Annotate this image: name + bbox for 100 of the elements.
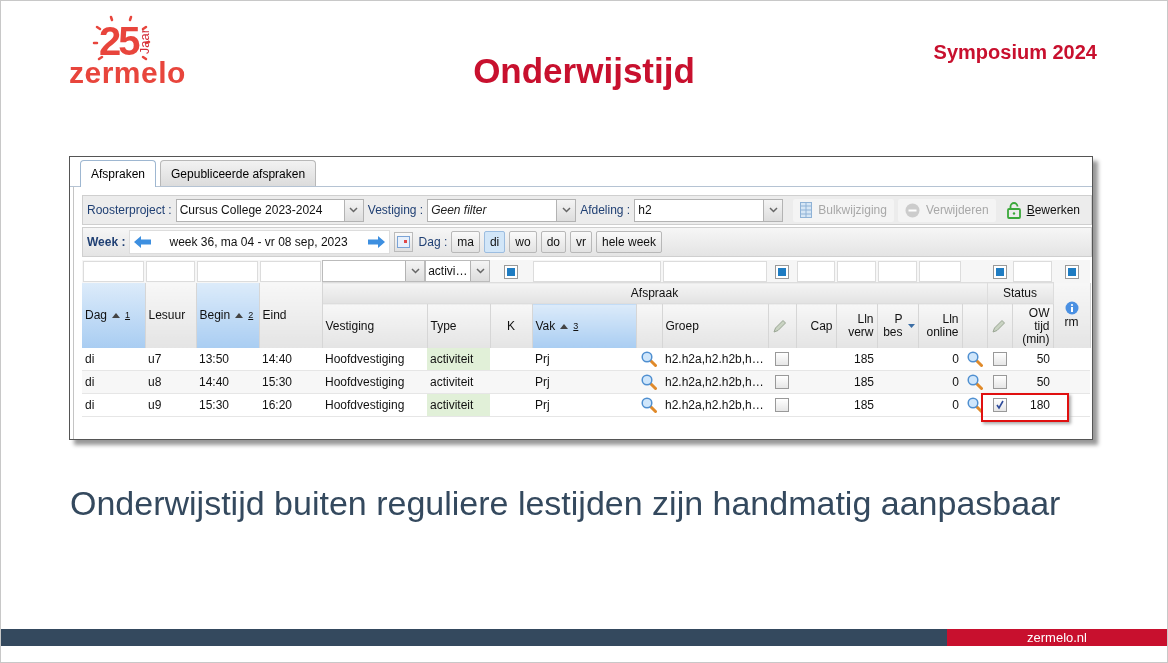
filter-field[interactable] [878, 260, 917, 282]
filter-field[interactable] [260, 260, 321, 282]
filter-field[interactable] [197, 260, 258, 282]
column-header[interactable]: Begin 2 [196, 282, 259, 348]
filter-field[interactable] [83, 260, 144, 282]
table-cell: h2.h2a,h2.h2b,h… [662, 370, 768, 394]
location-dropdown[interactable]: Geen filter [427, 198, 557, 222]
search-icon[interactable] [641, 374, 657, 390]
calendar-icon [396, 236, 410, 248]
table-cell: 16:20 [259, 393, 322, 417]
table-cell: 185 [836, 348, 877, 371]
column-header[interactable]: Lln online [918, 303, 962, 348]
chevron-down-icon [768, 207, 778, 213]
search-icon[interactable] [966, 397, 983, 413]
search-icon[interactable] [641, 397, 657, 413]
table-cell: 0 [918, 348, 962, 371]
filter-field[interactable] [533, 260, 661, 282]
footer-site: zermelo.nl [947, 629, 1167, 646]
filter-toggle[interactable] [1065, 266, 1078, 279]
table-cell: 185 [836, 370, 877, 394]
day-button[interactable]: hele week [596, 231, 663, 253]
checkbox[interactable] [992, 352, 1007, 367]
table-cell: Prj [532, 348, 636, 371]
day-button[interactable]: do [540, 231, 566, 253]
table-cell: Prj [532, 370, 636, 394]
department-dropdown[interactable]: h2 [634, 198, 764, 222]
filter-toggle[interactable] [993, 265, 1006, 278]
pencil-icon [990, 318, 1007, 334]
column-header[interactable]: Dag 1 [82, 282, 145, 348]
table-cell: di [82, 370, 145, 394]
column-header[interactable]: Lesuur [145, 282, 196, 348]
table-cell: di [82, 393, 145, 417]
slide-title: Onderwijstijd [473, 51, 695, 91]
field-label: Dag : [418, 235, 448, 249]
table-cell: 14:40 [259, 348, 322, 371]
column-header[interactable]: K [490, 303, 532, 348]
sort-order: 1 [125, 310, 131, 321]
filter-field[interactable] [1013, 260, 1052, 282]
day-button[interactable]: wo [509, 231, 537, 253]
column-header[interactable]: rm [1053, 282, 1090, 348]
tab[interactable]: Gepubliceerde afspraken [160, 160, 317, 186]
filter-field[interactable] [919, 260, 961, 282]
sort-ascending-icon [235, 312, 244, 318]
column-header[interactable]: P bes [877, 303, 918, 348]
day-button[interactable]: vr [570, 231, 592, 253]
column-header[interactable]: Cap [796, 303, 836, 348]
dropdown-button[interactable] [763, 198, 784, 222]
checkbox[interactable] [992, 375, 1007, 390]
checkbox[interactable] [775, 398, 789, 413]
table-cell: 180 [1012, 393, 1053, 417]
filter-toggle[interactable] [776, 265, 788, 278]
column-header[interactable]: Lln verw [836, 303, 877, 348]
sort-ascending-icon [560, 323, 569, 329]
event-name: Symposium 2024 [933, 41, 1097, 64]
checkbox[interactable] [992, 398, 1007, 413]
chevron-down-icon [349, 207, 359, 213]
toolbar-button[interactable]: Bewerken [999, 198, 1087, 222]
type-filter-dropdown[interactable]: activi… [425, 260, 490, 282]
table-cell: activiteit [427, 393, 490, 417]
filter-field[interactable] [837, 260, 876, 282]
chevron-down-icon [410, 268, 420, 274]
search-icon[interactable] [641, 351, 657, 367]
column-header[interactable]: Vak 3 [532, 303, 636, 348]
calendar-button[interactable] [393, 232, 413, 252]
filter-toggle[interactable] [505, 265, 517, 278]
tab[interactable]: Afspraken [80, 160, 157, 187]
table-cell: h2.h2a,h2.h2b,h… [662, 393, 768, 417]
info-icon [1064, 301, 1079, 316]
logo-number: 25 [99, 21, 138, 61]
checkbox[interactable] [775, 375, 789, 390]
table-cell: 50 [1012, 370, 1053, 394]
field-label: Afdeling : [580, 203, 631, 217]
logo-wordmark: zermelo [69, 59, 187, 87]
column-header[interactable]: Vestiging [322, 303, 427, 348]
slide-caption: Onderwijstijd buiten reguliere lestijden zijn handmatig aanpasbaar [70, 484, 1062, 523]
dropdown-button[interactable] [556, 198, 577, 222]
column-header[interactable]: Groep [662, 303, 768, 348]
arrow-left-icon[interactable] [134, 236, 152, 248]
table-cell: h2.h2a,h2.h2b,h… [662, 348, 768, 371]
table-cell: 185 [836, 393, 877, 417]
table-cell: 15:30 [259, 370, 322, 394]
dropdown-button[interactable] [343, 198, 364, 222]
arrow-right-icon[interactable] [367, 236, 385, 248]
padlock-icon [1006, 201, 1021, 219]
filter-dropdown[interactable] [322, 260, 426, 282]
day-button[interactable]: di [483, 231, 506, 253]
dropdown-caret-icon [907, 324, 915, 328]
column-header[interactable]: OW tijd (min) [1012, 303, 1053, 348]
filter-field[interactable] [146, 260, 195, 282]
sort-order: 3 [573, 321, 579, 331]
column-header[interactable]: Type [427, 303, 490, 348]
column-header[interactable]: Eind [259, 282, 322, 348]
filter-field[interactable] [797, 260, 835, 282]
day-button[interactable]: ma [451, 231, 480, 253]
project-dropdown[interactable]: Cursus College 2023-2024 [175, 198, 344, 222]
search-icon[interactable] [966, 374, 983, 390]
filter-field[interactable] [663, 260, 767, 282]
sort-order: 2 [248, 310, 254, 321]
checkbox[interactable] [775, 352, 789, 367]
search-icon[interactable] [966, 351, 983, 367]
